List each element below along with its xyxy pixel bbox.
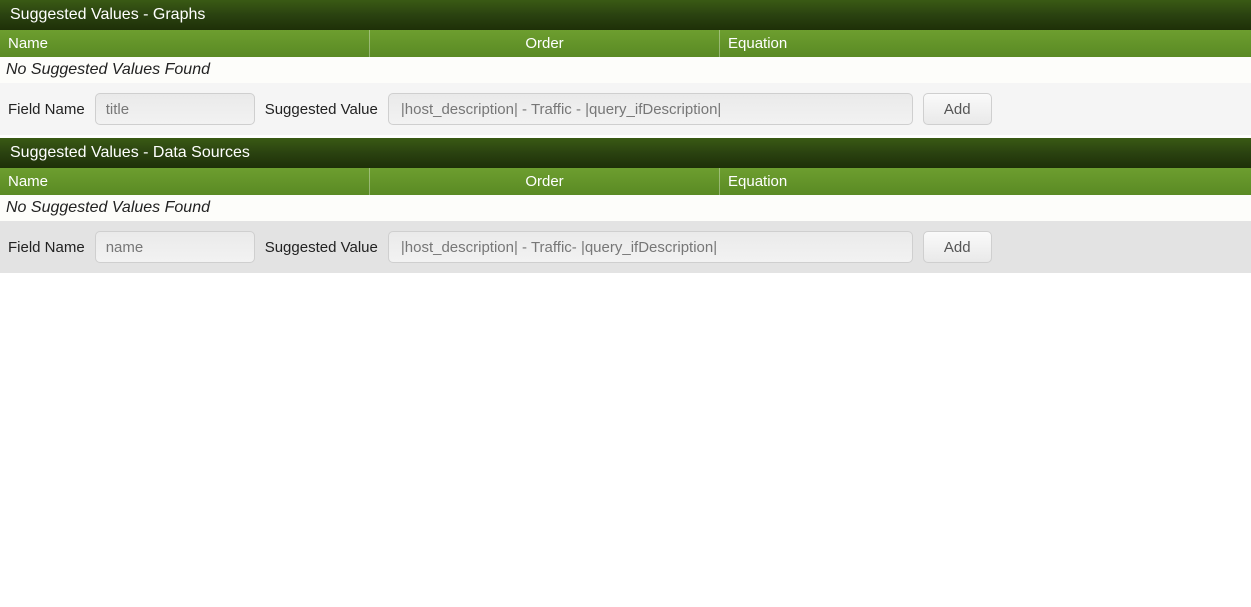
add-button-datasources[interactable]: Add: [923, 231, 992, 263]
suggested-value-input-datasources[interactable]: [388, 231, 913, 263]
col-header-name: Name: [0, 30, 370, 57]
suggested-value-label: Suggested Value: [265, 239, 378, 256]
suggested-values-datasources-panel: Suggested Values - Data Sources Name Ord…: [0, 138, 1251, 273]
column-headers-graphs: Name Order Equation: [0, 30, 1251, 57]
field-name-label: Field Name: [8, 101, 85, 118]
column-headers-datasources: Name Order Equation: [0, 168, 1251, 195]
panel-title-datasources: Suggested Values - Data Sources: [0, 138, 1251, 168]
col-header-equation: Equation: [720, 30, 1251, 57]
col-header-order: Order: [370, 168, 720, 195]
input-row-datasources: Field Name Suggested Value Add: [0, 221, 1251, 273]
suggested-values-graphs-panel: Suggested Values - Graphs Name Order Equ…: [0, 0, 1251, 135]
field-name-input-datasources[interactable]: [95, 231, 255, 263]
suggested-value-label: Suggested Value: [265, 101, 378, 118]
col-header-name: Name: [0, 168, 370, 195]
input-row-graphs: Field Name Suggested Value Add: [0, 83, 1251, 135]
field-name-input-graphs[interactable]: [95, 93, 255, 125]
col-header-order: Order: [370, 30, 720, 57]
field-name-label: Field Name: [8, 239, 85, 256]
panel-title-graphs: Suggested Values - Graphs: [0, 0, 1251, 30]
empty-message-graphs: No Suggested Values Found: [0, 57, 1251, 83]
add-button-graphs[interactable]: Add: [923, 93, 992, 125]
empty-message-datasources: No Suggested Values Found: [0, 195, 1251, 221]
suggested-value-input-graphs[interactable]: [388, 93, 913, 125]
col-header-equation: Equation: [720, 168, 1251, 195]
